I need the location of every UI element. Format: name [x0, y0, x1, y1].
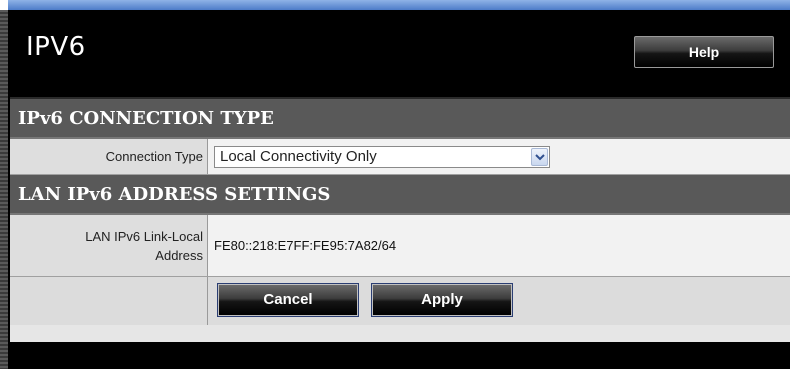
connection-type-row: Connection Type Local Connectivity Only — [10, 139, 790, 175]
page-title: IPV6 — [26, 32, 86, 62]
link-local-row: LAN IPv6 Link-Local Address FE80::218:E7… — [10, 215, 790, 277]
apply-button[interactable]: Apply — [371, 283, 513, 317]
top-strip — [8, 0, 790, 10]
page-frame: IPV6 Help IPv6 CONNECTION TYPE Connectio… — [0, 0, 790, 369]
connection-type-label: Connection Type — [10, 139, 208, 174]
section-header-connection-type: IPv6 CONNECTION TYPE — [10, 99, 790, 139]
link-local-label-line2: Address — [155, 247, 203, 263]
link-local-label: LAN IPv6 Link-Local Address — [10, 215, 208, 276]
connection-type-selected-value: Local Connectivity Only — [220, 147, 377, 165]
link-local-value: FE80::218:E7FF:FE95:7A82/64 — [214, 238, 397, 253]
left-rail — [0, 10, 8, 369]
help-button[interactable]: Help — [634, 36, 774, 68]
section-header-lan-ipv6: LAN IPv6 ADDRESS SETTINGS — [10, 175, 790, 215]
actions-label-cell — [10, 277, 208, 325]
bottom-bar — [10, 342, 790, 369]
cancel-button[interactable]: Cancel — [217, 283, 359, 317]
connection-type-select[interactable]: Local Connectivity Only — [214, 145, 550, 168]
link-local-label-line1: LAN IPv6 Link-Local — [85, 228, 203, 244]
connection-type-cell: Local Connectivity Only — [208, 139, 790, 174]
settings-panel: IPv6 CONNECTION TYPE Connection Type Loc… — [10, 97, 790, 344]
chevron-down-icon[interactable] — [531, 147, 548, 166]
actions-row: Cancel Apply — [10, 277, 790, 325]
